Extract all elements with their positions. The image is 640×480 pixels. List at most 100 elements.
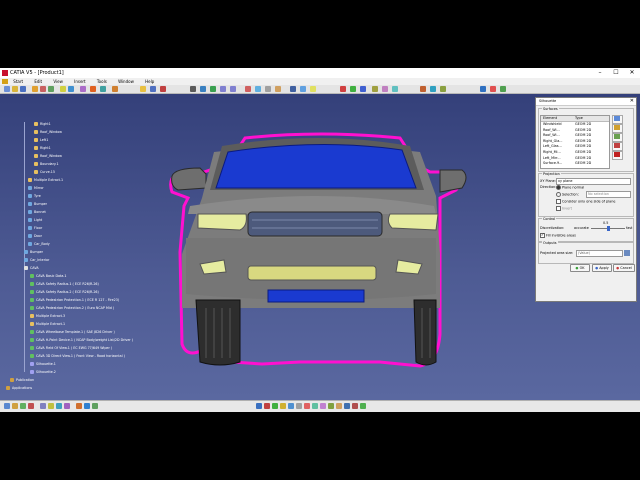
status-icon-k[interactable] [92,403,98,409]
tree-node[interactable]: CAVA Safety Radius.2 ( ECE R26/R-26) [30,290,99,295]
table-clear-button[interactable] [612,142,623,151]
tool-icon-a[interactable] [420,86,426,92]
tree-node[interactable]: CAVA Pedestrian Protection.2 ( Euro NCAP… [30,306,114,311]
status-icon-d[interactable] [28,403,34,409]
mirror-icon[interactable] [112,86,118,92]
tree-node[interactable]: Floor [28,226,42,231]
dialog-close-button[interactable]: ✕ [630,98,634,105]
field-of-view-icon[interactable] [100,86,106,92]
tree-node[interactable]: Multiple Extract.3 [30,314,65,319]
menu-insert[interactable]: Insert [74,79,85,84]
surface-tool-icon[interactable] [32,86,38,92]
status-icon-p[interactable] [288,403,294,409]
tree-node[interactable]: CAVA [24,266,39,271]
tree-node[interactable]: CAVA 3D Direct View.1 ( Front View - Roa… [30,354,125,359]
selection-field[interactable]: No selection [586,191,631,198]
table-row[interactable]: Roof_Wi... GEOM 2D [541,133,609,138]
table-row[interactable]: Roof_Wi... GEOM 2D [541,128,609,133]
tree-node[interactable]: Bumper [28,202,47,207]
ok-button[interactable]: ● OK [570,264,590,272]
tree-node[interactable]: Roof_Window [34,130,62,135]
menu-tools[interactable]: Tools [97,79,107,84]
table-row[interactable]: Right_Gla... GEOM 2D [541,139,609,144]
menu-edit[interactable]: Edit [34,79,42,84]
pan-icon[interactable] [200,86,206,92]
tree-node[interactable]: Boundary.1 [34,162,59,167]
maximize-button[interactable]: ☐ [608,68,624,78]
invert-checkbox[interactable]: Invert [556,206,572,211]
tree-node[interactable]: Publication [10,378,34,383]
tree-node[interactable]: Car_Interior [24,258,49,263]
tool-icon-f[interactable] [500,86,506,92]
table-row[interactable]: Left_Mirr... GEOM 2D [541,156,609,161]
cava-icon[interactable] [80,86,86,92]
plane-normal-radio[interactable]: Plane normal [556,185,584,190]
shading-icon[interactable] [265,86,271,92]
menu-start[interactable]: Start [13,79,23,84]
new-icon[interactable] [4,86,10,92]
status-icon-j[interactable] [84,403,90,409]
material-icon[interactable] [310,86,316,92]
open-icon[interactable] [12,86,18,92]
tree-node[interactable]: CAVA Field Of View.1 ( EC EWG 77/649 Wip… [30,346,112,351]
status-icon-u[interactable] [328,403,334,409]
hide-show-icon[interactable] [300,86,306,92]
distance-icon[interactable] [360,86,366,92]
status-icon-l[interactable] [256,403,262,409]
hpoint-icon[interactable] [90,86,96,92]
fit-all-icon[interactable] [190,86,196,92]
apply-button[interactable]: ● Apply [592,264,612,272]
status-icon-c[interactable] [20,403,26,409]
view-icon[interactable] [150,86,156,92]
status-icon-x[interactable] [352,403,358,409]
close-window-button[interactable]: ✕ [624,68,640,78]
status-icon-s[interactable] [312,403,318,409]
clash-icon[interactable] [350,86,356,92]
tree-node[interactable]: CAVA Wheelbase Template.1 ( SAE J826 Dri… [30,330,115,335]
tool-icon-b[interactable] [430,86,436,92]
normal-view-icon[interactable] [245,86,251,92]
status-icon-b[interactable] [12,403,18,409]
table-remove-button[interactable] [612,124,623,133]
tree-node[interactable]: Roof_Window [34,154,62,159]
slider-thumb[interactable] [606,226,610,231]
status-icon-q[interactable] [296,403,302,409]
status-icon-n[interactable] [272,403,278,409]
consider-one-side-checkbox[interactable]: Consider only one side of plane [556,199,615,204]
status-icon-h[interactable] [64,403,70,409]
output-parameter-icon[interactable] [624,250,630,256]
knowledge-icon[interactable] [382,86,388,92]
tree-node[interactable]: Bonnet [28,210,46,215]
render-style-icon[interactable] [275,86,281,92]
status-icon-i[interactable] [76,403,82,409]
table-row[interactable]: Surface.9... GEOM 2D [541,161,609,166]
tree-node[interactable]: Multiple Extract.1 [28,178,63,183]
extrude-icon[interactable] [48,86,54,92]
surfaces-table[interactable]: Element Type Windshield GEOM 2D Roof_Wi...… [540,115,610,169]
tree-node[interactable]: Light [28,218,42,223]
analysis-icon[interactable] [68,86,74,92]
status-icon-r[interactable] [304,403,310,409]
zoom-out-icon[interactable] [230,86,236,92]
menu-help[interactable]: Help [145,79,154,84]
tree-node[interactable]: Right1 [34,146,51,151]
table-row[interactable]: Windshield GEOM 2D [541,122,609,127]
menu-view[interactable]: View [53,79,63,84]
table-replace-button[interactable] [612,133,623,142]
minimize-button[interactable]: – [592,68,608,78]
status-icon-o[interactable] [280,403,286,409]
xy-plane-field[interactable]: xy plane [556,178,631,185]
tool-icon-d[interactable] [480,86,486,92]
status-icon-w[interactable] [344,403,350,409]
zoom-in-icon[interactable] [220,86,226,92]
tree-node[interactable]: Tyre [28,194,41,199]
menu-window[interactable]: Window [118,79,134,84]
tree-node[interactable]: CAVA H-Point Device.1 ( NCAP Body/weight… [30,338,133,343]
tree-node[interactable]: Mirror [28,186,44,191]
rotate-icon[interactable] [210,86,216,92]
status-icon-e[interactable] [40,403,46,409]
status-icon-y[interactable] [360,403,366,409]
tree-node[interactable]: Multiple Extract.1 [30,322,65,327]
status-icon-v[interactable] [336,403,342,409]
light-icon[interactable] [140,86,146,92]
